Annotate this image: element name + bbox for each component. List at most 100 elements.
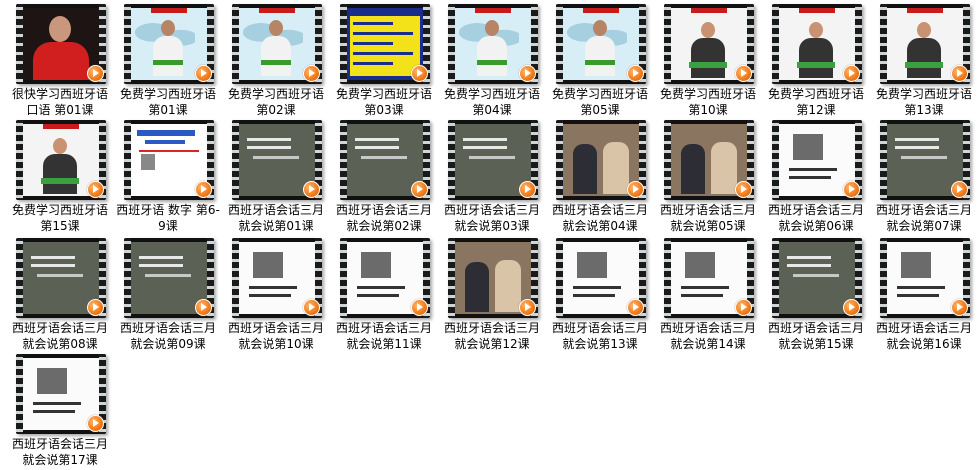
file-name-label: 西班牙语会话三月就会说第15课	[767, 321, 864, 351]
file-name-label: 西班牙语会话三月就会说第10课	[227, 321, 324, 351]
video-file-item[interactable]: 西班牙语会话三月就会说第01课	[226, 120, 326, 233]
video-file-item[interactable]: 西班牙语 数字 第6-9课	[116, 120, 220, 233]
media-player-icon	[411, 299, 428, 316]
video-thumbnail[interactable]	[556, 120, 646, 200]
video-thumbnail[interactable]	[16, 238, 106, 318]
media-player-icon	[411, 181, 428, 198]
file-name-label: 西班牙语会话三月就会说第05课	[659, 203, 756, 233]
video-thumbnail[interactable]	[880, 238, 970, 318]
video-file-item[interactable]: 西班牙语会话三月就会说第10课	[226, 238, 326, 351]
file-name-label: 免费学习西班牙语 第10课	[659, 87, 756, 117]
film-strip-icon	[232, 238, 239, 318]
video-thumbnail[interactable]	[340, 4, 430, 84]
video-thumbnail[interactable]	[664, 4, 754, 84]
video-file-item[interactable]: 免费学习西班牙语 第15课	[10, 120, 110, 233]
video-thumbnail[interactable]	[664, 238, 754, 318]
video-thumbnail[interactable]	[772, 4, 862, 84]
film-strip-icon	[16, 4, 23, 84]
video-file-item[interactable]: 免费学习西班牙语 第05课	[550, 4, 650, 117]
file-name-label: 免费学习西班牙语 第05课	[551, 87, 648, 117]
film-strip-icon	[448, 238, 455, 318]
video-file-item[interactable]: 西班牙语会话三月就会说第06课	[766, 120, 866, 233]
video-thumbnail[interactable]	[772, 238, 862, 318]
media-player-icon	[303, 65, 320, 82]
video-thumbnail[interactable]	[556, 238, 646, 318]
video-thumbnail[interactable]	[124, 238, 214, 318]
video-thumbnail[interactable]	[340, 120, 430, 200]
video-file-item[interactable]: 很快学习西班牙语口语 第01课	[10, 4, 110, 117]
media-player-icon	[843, 299, 860, 316]
media-player-icon	[843, 65, 860, 82]
video-file-item[interactable]: 西班牙语会话三月就会说第15课	[766, 238, 866, 351]
video-file-item[interactable]: 西班牙语会话三月就会说第09课	[118, 238, 218, 351]
media-player-icon	[627, 65, 644, 82]
file-name-label: 西班牙语会话三月就会说第11课	[335, 321, 432, 351]
film-strip-icon	[772, 238, 779, 318]
video-file-item[interactable]: 免费学习西班牙语 第13课	[874, 4, 974, 117]
video-file-item[interactable]: 西班牙语会话三月就会说第07课	[874, 120, 974, 233]
video-thumbnail[interactable]	[232, 4, 322, 84]
media-player-icon	[411, 65, 428, 82]
video-file-item[interactable]: 西班牙语会话三月就会说第14课	[658, 238, 758, 351]
media-player-icon	[519, 65, 536, 82]
video-file-item[interactable]: 西班牙语会话三月就会说第03课	[442, 120, 542, 233]
video-thumbnail[interactable]	[232, 120, 322, 200]
video-file-item[interactable]: 西班牙语会话三月就会说第11课	[334, 238, 434, 351]
video-file-item[interactable]: 免费学习西班牙语 第03课	[334, 4, 434, 117]
film-strip-icon	[232, 120, 239, 200]
video-file-item[interactable]: 免费学习西班牙语 第02课	[226, 4, 326, 117]
video-thumbnail[interactable]	[232, 238, 322, 318]
media-player-icon	[303, 299, 320, 316]
film-strip-icon	[556, 238, 563, 318]
media-player-icon	[519, 181, 536, 198]
video-file-item[interactable]: 西班牙语会话三月就会说第17课	[10, 354, 110, 467]
video-file-item[interactable]: 免费学习西班牙语 第04课	[442, 4, 542, 117]
video-file-item[interactable]: 免费学习西班牙语 第10课	[658, 4, 758, 117]
video-file-item[interactable]: 西班牙语会话三月就会说第16课	[874, 238, 974, 351]
video-thumbnail[interactable]	[340, 238, 430, 318]
video-thumbnail[interactable]	[16, 120, 106, 200]
file-name-label: 西班牙语会话三月就会说第14课	[659, 321, 756, 351]
video-file-item[interactable]: 免费学习西班牙语 第12课	[766, 4, 866, 117]
video-thumbnail[interactable]	[16, 4, 106, 84]
video-file-item[interactable]: 西班牙语会话三月就会说第02课	[334, 120, 434, 233]
film-strip-icon	[16, 354, 23, 434]
video-thumbnail[interactable]	[124, 120, 214, 200]
file-name-label: 西班牙语会话三月就会说第04课	[551, 203, 648, 233]
file-name-label: 免费学习西班牙语 第15课	[11, 203, 108, 233]
video-thumbnail[interactable]	[880, 4, 970, 84]
file-name-label: 西班牙语会话三月就会说第12课	[443, 321, 540, 351]
video-file-item[interactable]: 西班牙语会话三月就会说第05课	[658, 120, 758, 233]
video-thumbnail[interactable]	[556, 4, 646, 84]
media-player-icon	[735, 65, 752, 82]
video-file-item[interactable]: 西班牙语会话三月就会说第12课	[442, 238, 542, 351]
file-name-label: 免费学习西班牙语 第04课	[443, 87, 540, 117]
video-file-item[interactable]: 西班牙语会话三月就会说第08课	[10, 238, 110, 351]
file-name-label: 西班牙语会话三月就会说第09课	[119, 321, 216, 351]
video-thumbnail[interactable]	[448, 4, 538, 84]
film-strip-icon	[340, 238, 347, 318]
video-thumbnail[interactable]	[124, 4, 214, 84]
media-player-icon	[87, 65, 104, 82]
film-strip-icon	[880, 238, 887, 318]
video-thumbnail[interactable]	[664, 120, 754, 200]
video-thumbnail[interactable]	[448, 238, 538, 318]
film-strip-icon	[664, 4, 671, 84]
film-strip-icon	[232, 4, 239, 84]
video-file-item[interactable]: 西班牙语会话三月就会说第04课	[550, 120, 650, 233]
video-thumbnail[interactable]	[16, 354, 106, 434]
media-player-icon	[627, 181, 644, 198]
media-player-icon	[951, 181, 968, 198]
video-thumbnail[interactable]	[880, 120, 970, 200]
video-file-item[interactable]: 西班牙语会话三月就会说第13课	[550, 238, 650, 351]
video-file-item[interactable]: 免费学习西班牙语 第01课	[118, 4, 218, 117]
video-thumbnail[interactable]	[772, 120, 862, 200]
file-name-label: 西班牙语会话三月就会说第13课	[551, 321, 648, 351]
video-thumbnail[interactable]	[448, 120, 538, 200]
film-strip-icon	[16, 238, 23, 318]
film-strip-icon	[664, 120, 671, 200]
film-strip-icon	[664, 238, 671, 318]
film-strip-icon	[340, 120, 347, 200]
film-strip-icon	[880, 120, 887, 200]
film-strip-icon	[124, 4, 131, 84]
